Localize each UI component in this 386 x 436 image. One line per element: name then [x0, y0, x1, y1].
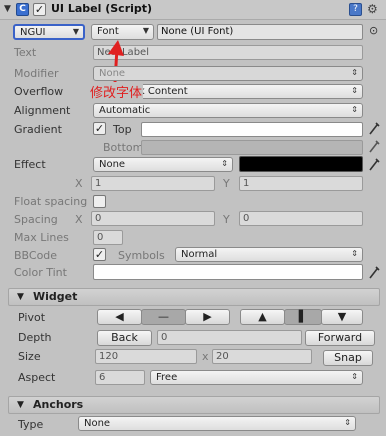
ngui-label: NGUI: [20, 27, 46, 38]
text-label: Text: [14, 46, 37, 59]
dropdown-arrow-icon: ▼: [72, 27, 79, 36]
widget-title: Widget: [33, 290, 78, 303]
effect-label: Effect: [14, 158, 46, 171]
updown-arrow-icon: ⇕: [351, 372, 358, 381]
aspect-label: Aspect: [18, 371, 56, 384]
effect-y-field[interactable]: 1: [239, 176, 363, 191]
component-header: ▼ C ✓ UI Label (Script) ? ⚙: [0, 0, 386, 20]
anchor-type-dropdown[interactable]: None ⇕: [78, 416, 356, 431]
font-object-field[interactable]: None (UI Font): [157, 24, 363, 40]
spacing-x-field[interactable]: 0: [91, 211, 215, 226]
pivot-top-button[interactable]: ▲: [240, 309, 285, 325]
pivot-left-button[interactable]: ◀: [97, 309, 142, 325]
spacing-y-label: Y: [223, 213, 230, 226]
size-separator: x: [202, 350, 209, 363]
pivot-right-button[interactable]: ▶: [185, 309, 230, 325]
updown-arrow-icon: ⇕: [351, 249, 358, 258]
aspect-field[interactable]: 6: [95, 370, 145, 385]
eyedropper-icon[interactable]: [367, 138, 381, 154]
max-lines-label: Max Lines: [14, 231, 69, 244]
updown-arrow-icon: ⇕: [351, 86, 358, 95]
updown-arrow-icon: ⇕: [221, 159, 228, 168]
effect-x-field[interactable]: 1: [91, 176, 215, 191]
component-title: UI Label (Script): [51, 2, 153, 15]
height-field[interactable]: 20: [212, 349, 312, 364]
foldout-arrow-icon[interactable]: ▼: [4, 4, 11, 14]
spacing-y-field[interactable]: 0: [239, 211, 363, 226]
spacing-x-label: X: [75, 213, 83, 226]
gradient-checkbox[interactable]: ✓: [93, 122, 106, 135]
width-field[interactable]: 120: [95, 349, 197, 364]
gradient-bottom-label: Bottom: [103, 141, 144, 154]
effect-x-label: X: [75, 177, 83, 190]
updown-arrow-icon: ⇕: [351, 105, 358, 114]
updown-arrow-icon: ⇕: [344, 418, 351, 427]
eyedropper-icon[interactable]: [367, 156, 381, 172]
modifier-label: Modifier: [14, 67, 59, 80]
anchors-section-header[interactable]: ▼ Anchors: [8, 396, 380, 414]
spacing-label: Spacing: [14, 213, 58, 226]
depth-field[interactable]: 0: [157, 330, 302, 345]
help-icon[interactable]: ?: [349, 3, 362, 16]
size-label: Size: [18, 350, 41, 363]
aspect-mode-dropdown[interactable]: Free ⇕: [150, 370, 363, 385]
alignment-dropdown[interactable]: Automatic ⇕: [93, 103, 363, 118]
settings-gear-icon[interactable]: ⚙: [367, 2, 378, 16]
eyedropper-icon[interactable]: [367, 264, 381, 280]
depth-forward-button[interactable]: Forward: [305, 330, 375, 346]
effect-y-label: Y: [223, 177, 230, 190]
color-tint-label: Color Tint: [14, 266, 67, 279]
font-label: Font: [97, 26, 119, 37]
pivot-center-button[interactable]: —: [141, 309, 186, 325]
widget-section-header[interactable]: ▼ Widget: [8, 288, 380, 306]
eyedropper-icon[interactable]: [367, 120, 381, 136]
max-lines-field[interactable]: 0: [93, 230, 123, 245]
gradient-label: Gradient: [14, 123, 62, 136]
alignment-label: Alignment: [14, 104, 71, 117]
float-spacing-label: Float spacing: [14, 195, 88, 208]
overflow-label: Overflow: [14, 85, 64, 98]
color-tint-field[interactable]: [93, 264, 363, 280]
ngui-font-type-dropdown[interactable]: NGUI ▼: [13, 24, 85, 40]
symbols-dropdown[interactable]: Normal ⇕: [175, 247, 363, 262]
updown-arrow-icon: ⇕: [351, 68, 358, 77]
float-spacing-checkbox[interactable]: [93, 195, 106, 208]
pivot-label: Pivot: [18, 311, 46, 324]
effect-color-field[interactable]: [239, 156, 363, 172]
dropdown-arrow-icon: ▼: [142, 26, 149, 35]
bbcode-checkbox[interactable]: ✓: [93, 248, 106, 261]
bbcode-label: BBCode: [14, 249, 58, 262]
anchor-type-label: Type: [18, 418, 44, 431]
text-field[interactable]: New Label: [93, 45, 363, 60]
object-picker-icon[interactable]: ⊙: [369, 24, 378, 37]
anchors-title: Anchors: [33, 398, 84, 411]
script-icon: C: [16, 3, 29, 16]
snap-button[interactable]: Snap: [323, 350, 373, 366]
modifier-dropdown[interactable]: None ⇕: [93, 66, 363, 81]
gradient-bottom-color[interactable]: [141, 140, 363, 155]
foldout-arrow-icon: ▼: [17, 400, 24, 410]
pivot-bottom-button[interactable]: ▼: [321, 309, 363, 325]
pivot-middle-button[interactable]: ▌: [284, 309, 322, 325]
symbols-label: Symbols: [118, 249, 165, 262]
gradient-top-color[interactable]: [141, 122, 363, 137]
foldout-arrow-icon: ▼: [17, 292, 24, 302]
component-enabled-checkbox[interactable]: ✓: [33, 3, 46, 16]
annotation-text: 修改字体: [89, 82, 144, 101]
depth-back-button[interactable]: Back: [97, 330, 152, 346]
effect-dropdown[interactable]: None ⇕: [93, 157, 233, 172]
gradient-top-label: Top: [113, 123, 132, 136]
depth-label: Depth: [18, 331, 52, 344]
